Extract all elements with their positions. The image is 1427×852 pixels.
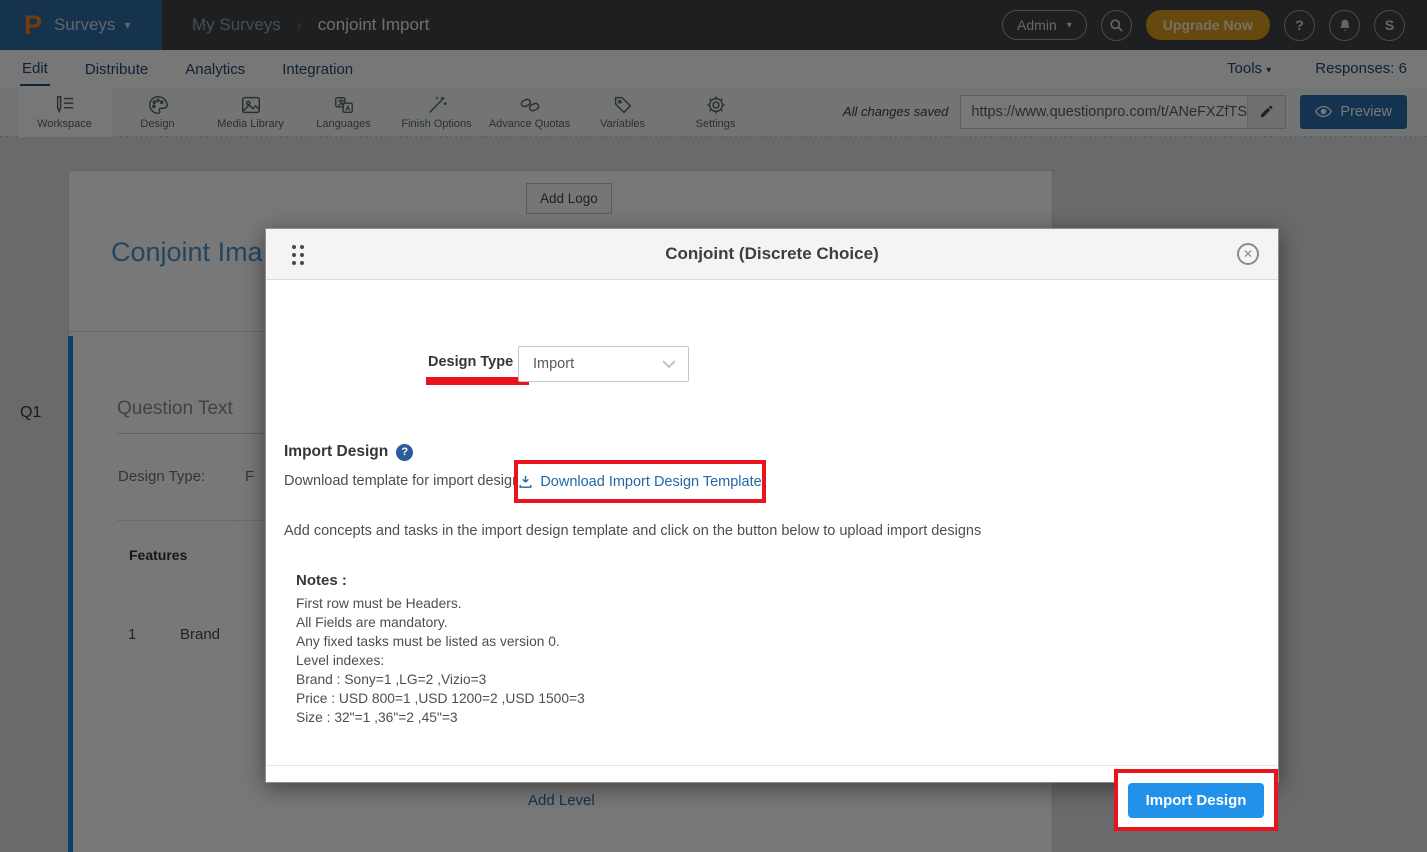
help-icon[interactable]: ? bbox=[396, 444, 413, 461]
note-line: Any fixed tasks must be listed as versio… bbox=[296, 632, 585, 651]
import-design-heading: Import Design ? bbox=[284, 443, 413, 461]
close-icon[interactable]: ✕ bbox=[1237, 243, 1259, 265]
questionpro-survey-editor: P Surveys ▾ My Surveys › conjoint Import… bbox=[0, 0, 1427, 852]
red-annotation-box: Download Import Design Template bbox=[514, 460, 766, 503]
note-line: Brand : Sony=1 ,LG=2 ,Vizio=3 bbox=[296, 670, 585, 689]
notes-block: Notes : First row must be Headers. All F… bbox=[296, 572, 585, 727]
red-annotation-underline bbox=[426, 377, 529, 385]
chevron-down-icon bbox=[662, 360, 676, 369]
instructions-text: Add concepts and tasks in the import des… bbox=[284, 523, 981, 539]
red-annotation-box: Import Design bbox=[1114, 769, 1278, 831]
modal-header: Conjoint (Discrete Choice) ✕ bbox=[266, 229, 1278, 280]
note-line: Level indexes: bbox=[296, 651, 585, 670]
modal-body: Design Type Import Import Design ? Downl… bbox=[266, 280, 1278, 783]
download-icon bbox=[518, 474, 533, 489]
note-line: Price : USD 800=1 ,USD 1200=2 ,USD 1500=… bbox=[296, 689, 585, 708]
download-template-link[interactable]: Download Import Design Template bbox=[540, 474, 761, 490]
import-design-button[interactable]: Import Design bbox=[1128, 783, 1265, 818]
design-type-selected-value: Import bbox=[533, 356, 662, 372]
download-prompt-text: Download template for import design bbox=[284, 473, 520, 489]
drag-handle-icon[interactable] bbox=[292, 245, 304, 265]
conjoint-settings-modal: Conjoint (Discrete Choice) ✕ Design Type… bbox=[265, 228, 1279, 783]
modal-footer-divider bbox=[266, 765, 1278, 766]
note-line: First row must be Headers. bbox=[296, 594, 585, 613]
design-type-select[interactable]: Import bbox=[518, 346, 689, 382]
modal-title: Conjoint (Discrete Choice) bbox=[266, 244, 1278, 264]
note-line: All Fields are mandatory. bbox=[296, 613, 585, 632]
notes-heading: Notes : bbox=[296, 572, 585, 589]
note-line: Size : 32"=1 ,36"=2 ,45"=3 bbox=[296, 708, 585, 727]
design-type-label: Design Type bbox=[428, 354, 513, 370]
